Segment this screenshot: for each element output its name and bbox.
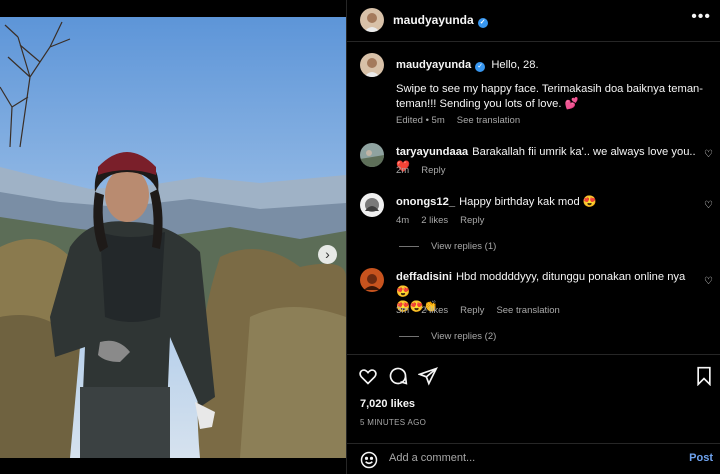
view-replies-line [399,246,419,247]
author-username[interactable]: maudyayunda [393,13,474,27]
comment-input[interactable]: Add a comment... [389,452,475,464]
likes-count[interactable]: 7,020 likes [360,398,415,410]
comment-composer: Add a comment... Post [347,443,720,474]
post-time-ago: 5 MINUTES AGO [360,418,427,427]
comment-reply-button[interactable]: Reply [460,215,484,226]
view-replies-line [399,336,419,337]
comment-icon[interactable] [388,366,410,388]
comment-like-heart-icon[interactable]: ♡ [704,276,714,287]
comment-meta: 3m 2 likes Reply See translation [396,305,572,316]
commenter-avatar[interactable] [360,193,384,217]
commenter-avatar[interactable] [360,143,384,167]
caption-body: Swipe to see my happy face. Terimakasih … [396,83,703,110]
comment-meta: 4m 2 likes Reply [396,215,496,226]
caption-avatar[interactable] [360,53,384,77]
comment-username[interactable]: deffadisini [396,271,452,283]
caption-edited-time: Edited • 5m [396,115,445,126]
caption-title-row: maudyayunda ✓ Hello, 28. [396,58,706,73]
post-comment-button[interactable]: Post [689,452,713,464]
comment-like-heart-icon[interactable]: ♡ [704,149,714,160]
more-horizontal-icon[interactable]: ••• [691,8,711,26]
caption-username[interactable]: maudyayunda [396,59,471,71]
photo-bottom-bar [0,458,346,474]
comment-likes-count[interactable]: 2 likes [421,215,448,226]
share-icon[interactable] [417,366,440,388]
view-replies-label[interactable]: View replies (2) [431,331,496,342]
bookmark-icon[interactable] [695,366,717,388]
comment-time: 3m [396,305,410,316]
verified-badge-icon: ✓ [477,18,488,28]
post-details-panel: maudyayunda ✓ ••• maudyayunda ✓ Hello, 28.… [346,0,720,474]
author-avatar[interactable] [360,8,384,32]
caption-see-translation[interactable]: See translation [457,115,520,126]
comment-reply-button[interactable]: Reply [460,305,484,316]
heart-icon[interactable] [358,366,380,388]
commenter-avatar[interactable] [360,268,384,292]
view-replies-label[interactable]: View replies (1) [431,241,496,252]
caption-title: Hello, 28. [491,59,539,71]
post-actions: 7,020 likes 5 MINUTES AGO Add a comment.… [347,354,720,474]
comment-text: Happy birthday kak mod 😍 [459,196,597,208]
post-photo[interactable]: › [0,17,346,458]
view-replies-button[interactable]: View replies (2) [399,331,496,342]
comment-meta: 2m Reply [396,165,458,176]
comment-username[interactable]: taryayundaaa [396,146,468,158]
post-header: maudyayunda ✓ ••• [347,0,720,42]
emoji-icon[interactable] [359,450,379,470]
comment-username[interactable]: onongs12_ [396,196,455,208]
view-replies-button[interactable]: View replies (1) [399,241,496,252]
comment-time: 2m [396,165,410,176]
comment-text-row: onongs12_ Happy birthday kak mod 😍 [396,195,696,210]
caption-meta: Edited • 5m See translation [396,115,532,126]
comment-reply-button[interactable]: Reply [421,165,445,176]
comment-likes-count[interactable]: 2 likes [421,305,448,316]
comment-time: 4m [396,215,410,226]
comment-like-heart-icon[interactable]: ♡ [704,200,714,211]
photo-top-bar [0,0,346,17]
author-username-row: maudyayunda ✓ [393,13,488,28]
next-photo-button[interactable]: › [318,245,337,264]
verified-badge-icon: ✓ [475,62,486,72]
comment-see-translation[interactable]: See translation [496,305,559,316]
